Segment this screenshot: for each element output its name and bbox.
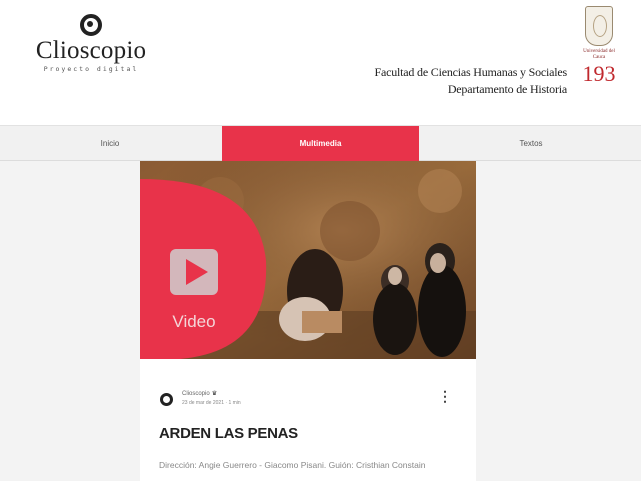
department-name: Departamento de Historia (447, 82, 567, 96)
video-overlay-label: Video (172, 312, 215, 331)
logo-name: Clioscopio (35, 37, 147, 64)
more-options-icon[interactable]: ⋮ (438, 389, 452, 403)
content-area: Video Clioscopio ♛ 23 de mar de 2021 · 1 … (0, 161, 641, 481)
faculty-block: Facultad de Ciencias Humanas y Sociales … (374, 64, 568, 98)
post-title[interactable]: ARDEN LAS PENAS (159, 425, 298, 442)
faculty-name: Facultad de Ciencias Humanas y Sociales (374, 65, 568, 79)
post-card[interactable]: Video Clioscopio ♛ 23 de mar de 2021 · 1 … (140, 161, 476, 481)
crown-icon: ♛ (211, 391, 218, 397)
post-date-line: 23 de mar de 2021 · 1 min (182, 400, 241, 406)
post-date: 23 de mar de 2021 (182, 400, 224, 406)
site-logo[interactable]: Clioscopio Proyecto digital (26, 14, 156, 73)
main-nav: Inicio Multimedia Textos (0, 125, 641, 162)
logo-tagline: Proyecto digital (43, 65, 139, 73)
author-line[interactable]: Clioscopio ♛ (182, 390, 217, 397)
university-years: 193 (582, 61, 616, 86)
nav-item-multimedia[interactable]: Multimedia (222, 126, 419, 162)
site-header: Clioscopio Proyecto digital Facultad de … (0, 0, 641, 122)
post-media[interactable]: Video (140, 161, 476, 359)
author-avatar[interactable] (160, 393, 173, 406)
post-meta: Clioscopio ♛ 23 de mar de 2021 · 1 min ⋮ (160, 387, 460, 417)
author-name: Clioscopio (182, 391, 210, 397)
university-logo[interactable]: Universidad del Cauca 193 (577, 6, 621, 85)
read-time: 1 min (228, 400, 241, 406)
clioscopio-logo-icon (80, 14, 102, 36)
nav-item-inicio[interactable]: Inicio (0, 126, 220, 162)
post-excerpt: Dirección: Angie Guerrero - Giacomo Pisa… (159, 460, 426, 470)
nav-item-textos[interactable]: Textos (421, 126, 641, 162)
post-cover-image: Video (140, 161, 476, 359)
university-crest-icon (585, 6, 613, 46)
university-name: Universidad del Cauca (583, 49, 615, 60)
